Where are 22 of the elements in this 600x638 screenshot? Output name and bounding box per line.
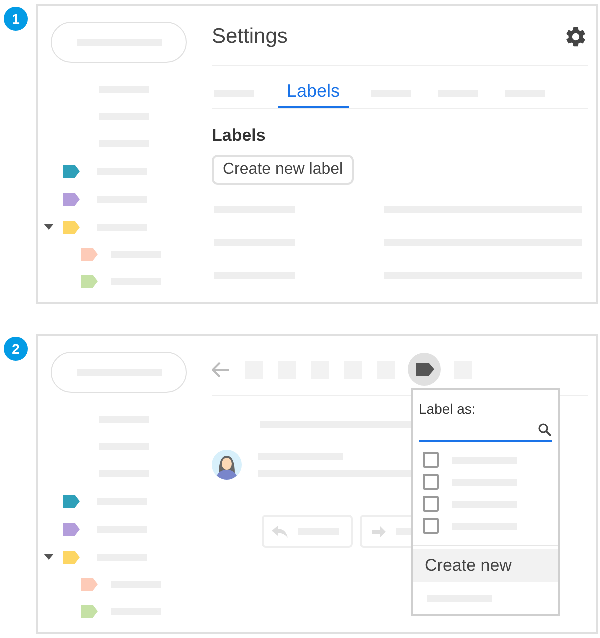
- forward-arrow-icon: [372, 526, 386, 538]
- step-number: 1: [4, 7, 28, 31]
- page-title: Settings: [212, 24, 288, 50]
- caret-icon[interactable]: [44, 224, 54, 230]
- back-arrow-icon[interactable]: [212, 360, 230, 378]
- menu-title: Label as:: [419, 400, 477, 419]
- checkbox[interactable]: [423, 518, 439, 534]
- reply-arrow-icon: [272, 526, 288, 538]
- section-heading: Labels: [212, 125, 267, 147]
- label-tag-icon: [414, 363, 434, 376]
- checkbox[interactable]: [423, 452, 439, 468]
- step-number: 2: [4, 337, 28, 361]
- label-button[interactable]: [408, 353, 441, 386]
- caret-icon[interactable]: [44, 554, 54, 560]
- create-label-button[interactable]: Create new label: [212, 154, 354, 184]
- create-new-item[interactable]: Create new: [413, 549, 558, 582]
- checkbox[interactable]: [423, 496, 439, 512]
- checkbox[interactable]: [423, 474, 439, 490]
- settings-icon[interactable]: [564, 25, 588, 49]
- search-icon: [538, 423, 552, 437]
- avatar-icon: [212, 450, 242, 480]
- labels-tab[interactable]: Labels: [278, 76, 350, 108]
